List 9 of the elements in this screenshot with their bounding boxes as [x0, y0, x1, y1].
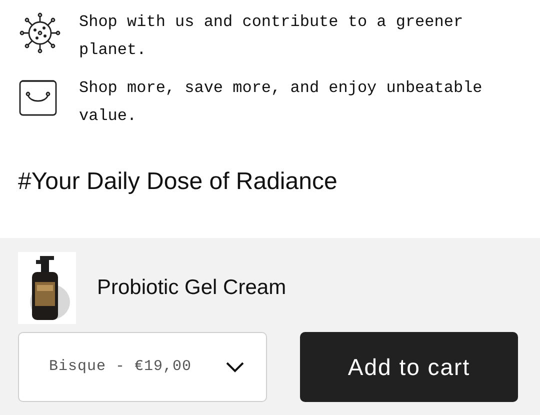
section-heading: #Your Daily Dose of Radiance: [18, 167, 338, 197]
feature-text: Shop with us and contribute to a greener planet.: [79, 12, 464, 61]
virus-icon: [19, 12, 61, 54]
shopping-bag-icon: [19, 78, 57, 116]
feature-text: Shop more, save more, and enjoy unbeatable value.: [79, 78, 484, 127]
add-to-cart-button[interactable]: Add to cart: [300, 332, 518, 402]
variant-select[interactable]: Bisque - €19,00: [18, 332, 267, 402]
product-title: Probiotic Gel Cream: [97, 275, 286, 302]
chevron-down-icon: [226, 362, 244, 372]
